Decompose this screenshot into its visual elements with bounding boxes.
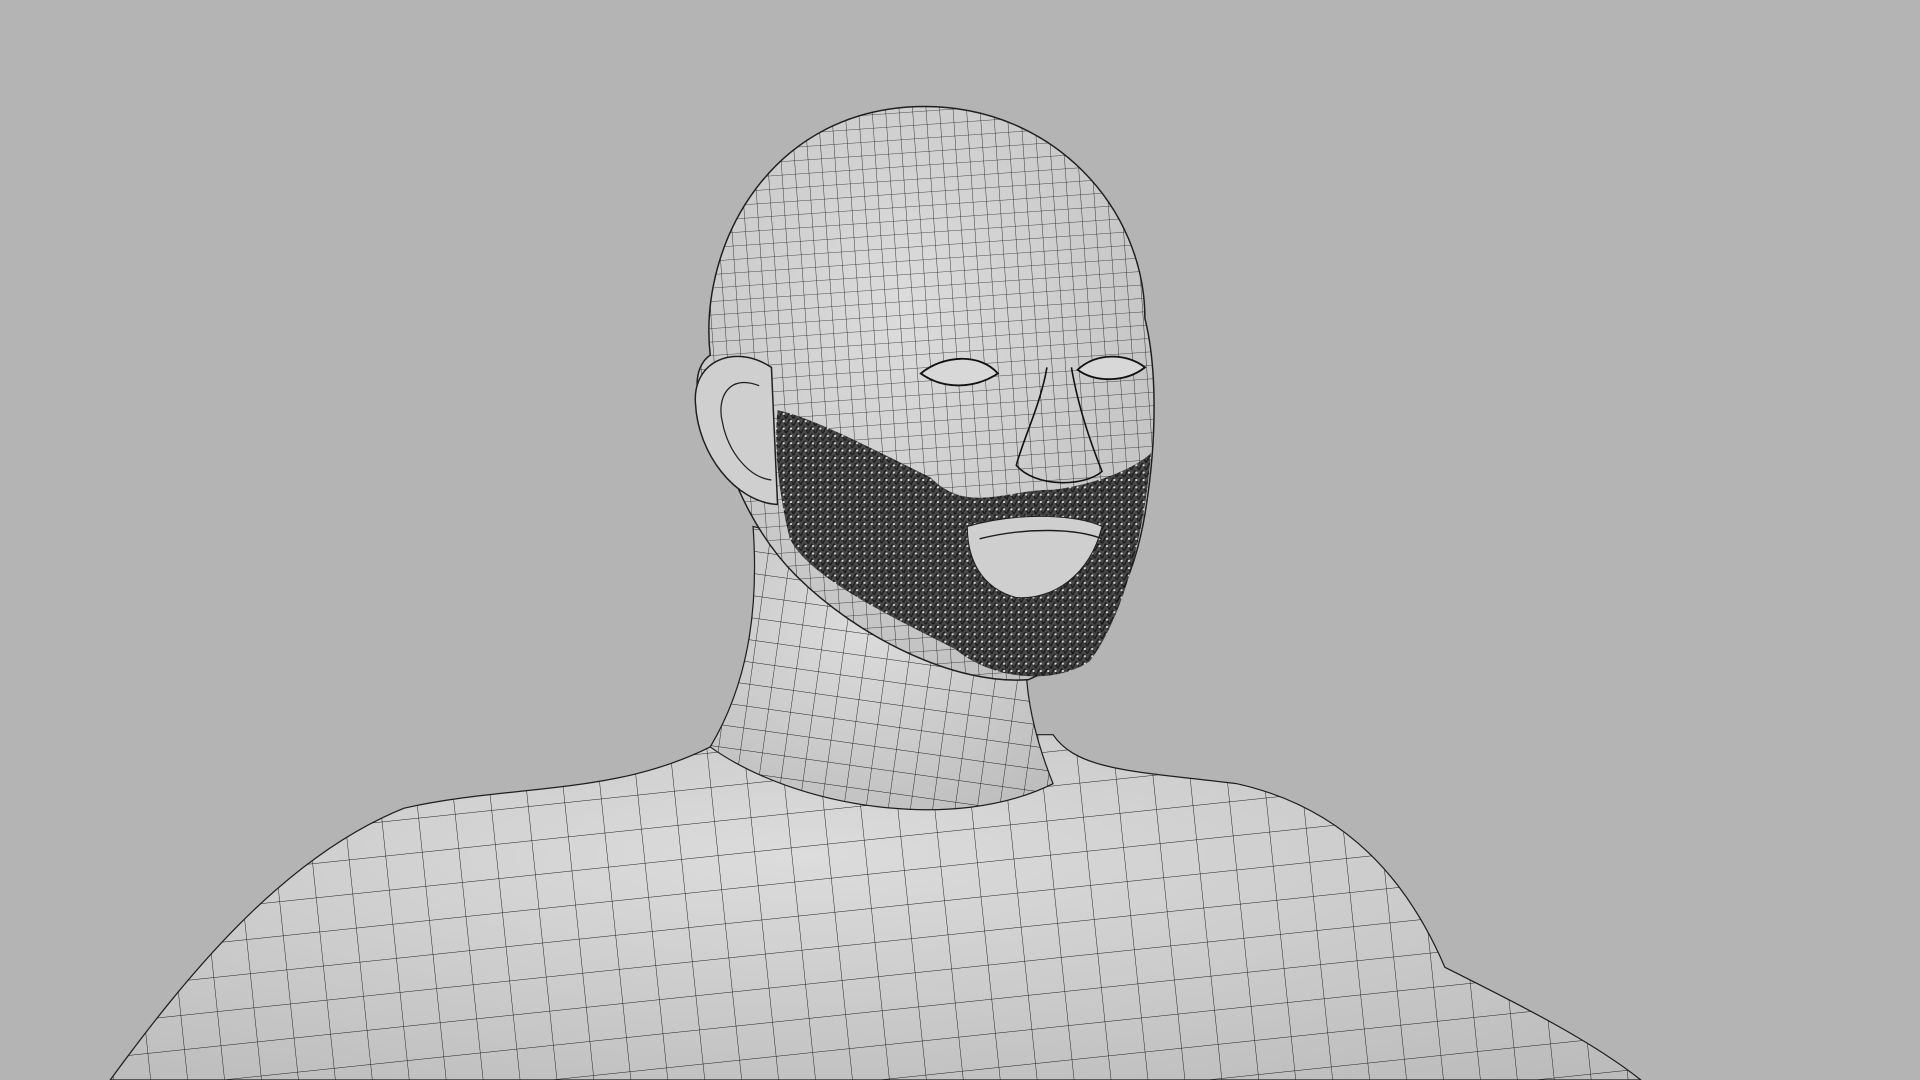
- ear-mesh: [694, 355, 779, 506]
- wireframe-viewport[interactable]: [0, 0, 1920, 1080]
